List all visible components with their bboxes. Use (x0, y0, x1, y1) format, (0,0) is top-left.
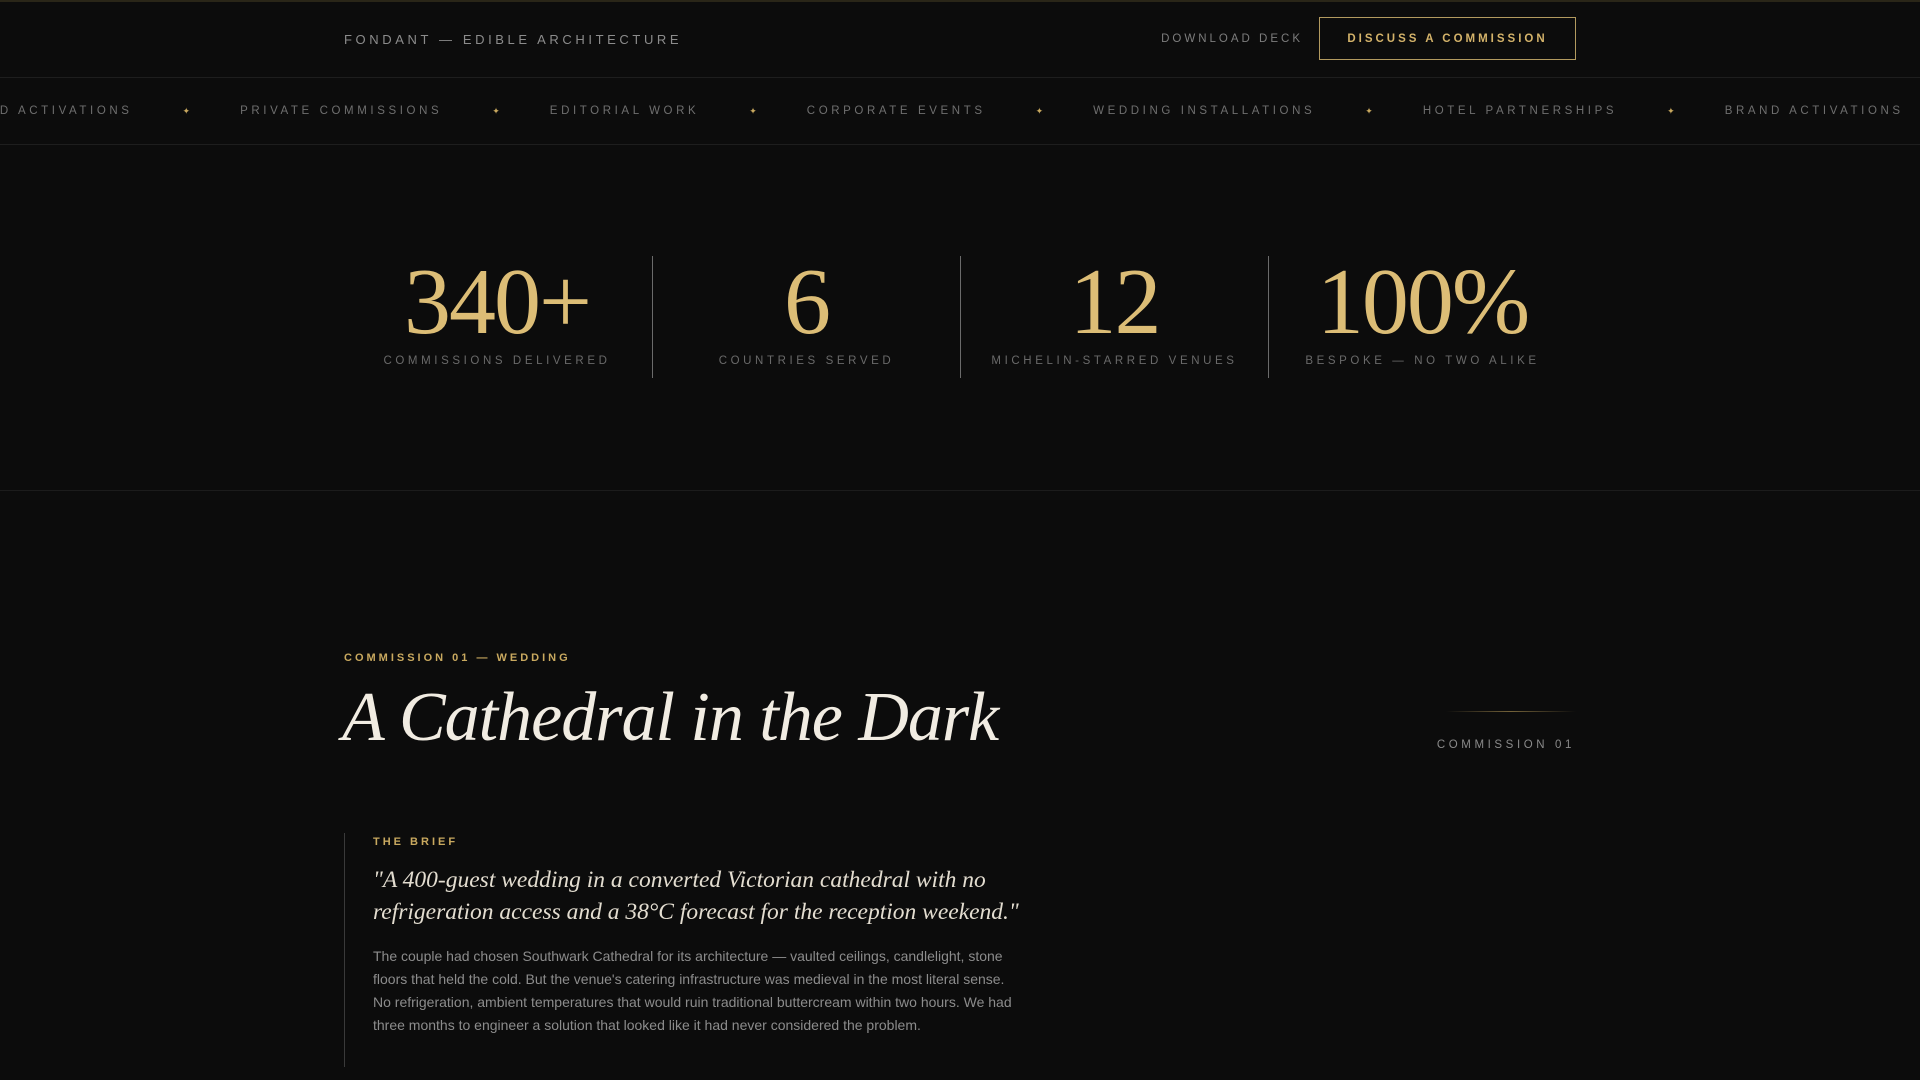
stat-value: 340+ (403, 250, 592, 354)
ticker-item-brand-activations-partial[interactable]: ND ACTIVATIONS (0, 105, 133, 117)
download-deck-link[interactable]: DOWNLOAD DECK (1161, 33, 1303, 45)
star-separator-icon: ✦ (1667, 105, 1675, 116)
decorative-rule (1446, 711, 1576, 712)
stats-section: 340+ COMMISSIONS DELIVERED 6 COUNTRIES S… (0, 146, 1920, 491)
star-separator-icon: ✦ (749, 105, 757, 116)
commission-index-label: COMMISSION 01 (1436, 739, 1575, 751)
ticker-item-wedding-installations[interactable]: WEDDING INSTALLATIONS (1093, 105, 1315, 117)
stat-value: 100% (1316, 250, 1530, 354)
star-separator-icon: ✦ (492, 105, 500, 116)
stat-michelin-venues: 12 MICHELIN-STARRED VENUES (960, 250, 1268, 378)
stat-value: 12 (1069, 250, 1162, 354)
commission-eyebrow: COMMISSION 01 — WEDDING (344, 652, 571, 664)
ticker-item-brand-activations[interactable]: BRAND ACTIVATIONS (1725, 105, 1904, 117)
stat-value: 6 (784, 250, 831, 354)
stat-label: COUNTRIES SERVED (718, 355, 895, 367)
star-separator-icon: ✦ (182, 105, 191, 116)
stat-commissions: 340+ COMMISSIONS DELIVERED (343, 250, 651, 378)
ticker-item-private-commissions[interactable]: PRIVATE COMMISSIONS (240, 105, 442, 117)
discuss-commission-button[interactable]: DISCUSS A COMMISSION (1319, 17, 1576, 60)
stat-label: COMMISSIONS DELIVERED (383, 355, 611, 367)
star-separator-icon: ✦ (1365, 105, 1373, 116)
ticker-item-hotel-partnerships[interactable]: HOTEL PARTNERSHIPS (1423, 105, 1617, 117)
ticker-item-corporate-events[interactable]: CORPORATE EVENTS (807, 105, 986, 117)
stat-label: BESPOKE — NO TWO ALIKE (1305, 355, 1540, 367)
star-separator-icon: ✦ (1035, 105, 1044, 116)
ticker-track: ND ACTIVATIONS ✦ PRIVATE COMMISSIONS ✦ E… (0, 105, 1920, 117)
stat-countries: 6 COUNTRIES SERVED (652, 250, 960, 378)
services-ticker: ND ACTIVATIONS ✦ PRIVATE COMMISSIONS ✦ E… (0, 79, 1920, 145)
site-header: FONDANT — EDIBLE ARCHITECTURE DOWNLOAD D… (0, 2, 1920, 78)
stat-bespoke: 100% BESPOKE — NO TWO ALIKE (1268, 250, 1576, 378)
commission-title: A Cathedral in the Dark (342, 679, 999, 756)
brand-name[interactable]: FONDANT — EDIBLE ARCHITECTURE (344, 32, 682, 47)
ticker-item-editorial-work[interactable]: EDITORIAL WORK (550, 105, 699, 117)
brief-quote: "A 400-guest wedding in a converted Vict… (373, 867, 1019, 925)
brief-block: THE BRIEF "A 400-guest wedding in a conv… (344, 833, 1024, 1067)
stat-label: MICHELIN-STARRED VENUES (991, 355, 1238, 367)
brief-label: THE BRIEF (373, 836, 459, 848)
brief-body: The couple had chosen Southwark Cathedra… (373, 948, 1012, 1033)
